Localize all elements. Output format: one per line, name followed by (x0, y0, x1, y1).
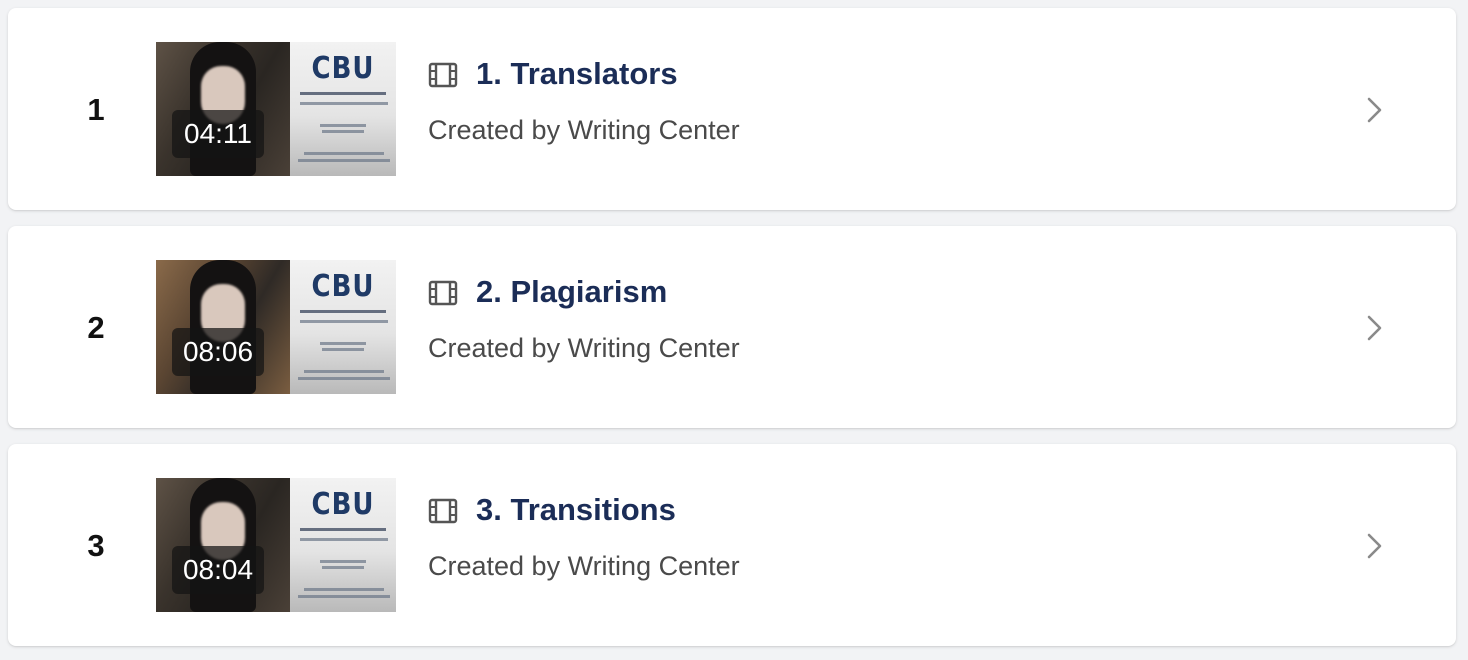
film-icon (428, 280, 458, 306)
thumbnail-logo: CBU (311, 51, 375, 87)
thumbnail-logo: CBU (311, 487, 375, 523)
duration-badge: 08:04 (172, 546, 264, 594)
duration-badge: 08:06 (172, 328, 264, 376)
film-icon (428, 498, 458, 524)
item-creator: Created by Writing Center (428, 115, 740, 145)
chevron-right-icon[interactable] (1362, 96, 1386, 124)
thumbnail-slide: CBU (290, 260, 396, 394)
playlist-item[interactable]: 3 CBU 08:04 3. Transitions Created by Wr… (8, 444, 1456, 646)
playlist-item[interactable]: 1 CBU 04:11 1. Translators Created by Wr… (8, 8, 1456, 210)
video-thumbnail[interactable]: CBU 08:06 (156, 260, 396, 394)
video-thumbnail[interactable]: CBU 04:11 (156, 42, 396, 176)
item-creator: Created by Writing Center (428, 333, 740, 363)
item-title-link[interactable]: 1. Translators (476, 54, 678, 94)
chevron-right-icon[interactable] (1362, 314, 1386, 342)
item-title-link[interactable]: 2. Plagiarism (476, 272, 667, 312)
playlist-item[interactable]: 2 CBU 08:06 2. Plagiarism Created by Wri… (8, 226, 1456, 428)
media-playlist: 1 CBU 04:11 1. Translators Created by Wr… (0, 0, 1468, 660)
film-icon (428, 62, 458, 88)
thumbnail-slide: CBU (290, 42, 396, 176)
duration-badge: 04:11 (172, 110, 264, 158)
item-index: 3 (87, 528, 105, 563)
item-title-link[interactable]: 3. Transitions (476, 490, 676, 530)
thumbnail-logo: CBU (311, 269, 375, 305)
item-creator: Created by Writing Center (428, 551, 740, 581)
chevron-right-icon[interactable] (1362, 532, 1386, 560)
video-thumbnail[interactable]: CBU 08:04 (156, 478, 396, 612)
item-index: 2 (87, 310, 105, 345)
item-index: 1 (87, 92, 105, 127)
thumbnail-slide: CBU (290, 478, 396, 612)
